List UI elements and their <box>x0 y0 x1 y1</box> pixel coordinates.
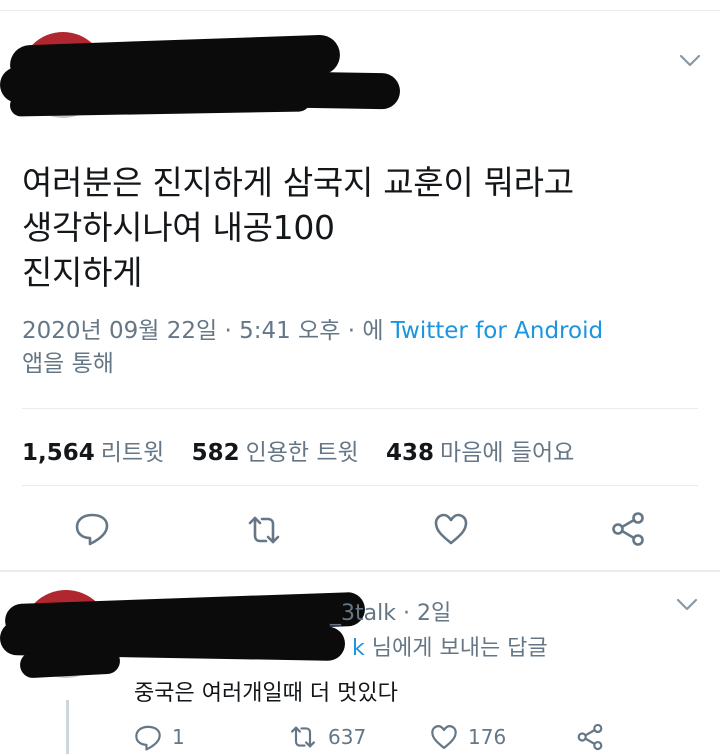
share-icon[interactable] <box>610 511 646 547</box>
top-divider <box>0 10 720 11</box>
reply-text: 중국은 여러개일때 더 멋있다 <box>134 681 398 706</box>
section-divider <box>0 570 720 572</box>
divider <box>22 485 698 486</box>
like-icon[interactable] <box>433 511 469 547</box>
replying-to-handle[interactable]: k <box>352 636 365 661</box>
tweet-source-suffix: 앱을 통해 <box>22 351 114 377</box>
divider <box>22 408 698 409</box>
tweet-text-line: 여러분은 진지하게 삼국지 교훈이 뭐라고 <box>22 163 574 202</box>
reply-time[interactable]: · 2일 <box>403 601 451 626</box>
tweet-text: 여러분은 진지하게 삼국지 교훈이 뭐라고 생각하시나여 내공100 진지하게 <box>22 160 702 295</box>
chevron-down-icon[interactable] <box>679 54 701 68</box>
thread-line <box>66 700 69 754</box>
tweet-source-link[interactable]: Twitter for Android <box>391 318 603 344</box>
replying-to: k 님에게 보내는 답글 <box>352 630 548 662</box>
quotes-label[interactable]: 인용한 트윗 <box>246 440 359 466</box>
retweet-count: 637 <box>328 725 367 749</box>
reply-action-like[interactable]: 176 <box>430 722 506 752</box>
chevron-down-icon[interactable] <box>676 598 698 612</box>
retweets-label[interactable]: 리트윗 <box>101 440 164 466</box>
tweet-stats: 1,564 리트윗 582 인용한 트윗 438 마음에 들어요 <box>22 433 594 467</box>
like-count: 176 <box>468 725 507 749</box>
redaction-mark <box>19 647 121 679</box>
quotes-count[interactable]: 582 <box>192 440 240 466</box>
tweet-text-line: 진지하게 <box>22 253 143 292</box>
replying-to-suffix: 님에게 보내는 답글 <box>371 636 548 661</box>
reply-count: 1 <box>172 725 185 749</box>
retweet-icon[interactable] <box>246 512 282 548</box>
retweets-count[interactable]: 1,564 <box>22 440 95 466</box>
likes-count[interactable]: 438 <box>386 440 434 466</box>
reply-icon[interactable] <box>74 510 110 546</box>
reply-action-share[interactable] <box>576 722 604 752</box>
like-icon <box>431 725 457 749</box>
reply-header: _3talk · 2일 <box>330 595 451 627</box>
retweet-icon <box>291 726 315 748</box>
tweet-meta: 2020년 09월 22일 · 5:41 오후 · 에 Twitter for … <box>22 315 682 381</box>
reply-handle[interactable]: _3talk <box>330 601 396 626</box>
tweet-timestamp[interactable]: 2020년 09월 22일 · 5:41 오후 · 에 <box>22 318 383 344</box>
share-icon <box>577 723 603 751</box>
redaction-mark <box>9 89 311 117</box>
reply-action-retweet[interactable]: 637 <box>288 722 366 752</box>
reply-icon <box>135 725 161 751</box>
tweet-text-line: 생각하시나여 내공100 <box>22 208 335 247</box>
reply-action-reply[interactable]: 1 <box>134 722 185 752</box>
likes-label[interactable]: 마음에 들어요 <box>440 440 574 466</box>
